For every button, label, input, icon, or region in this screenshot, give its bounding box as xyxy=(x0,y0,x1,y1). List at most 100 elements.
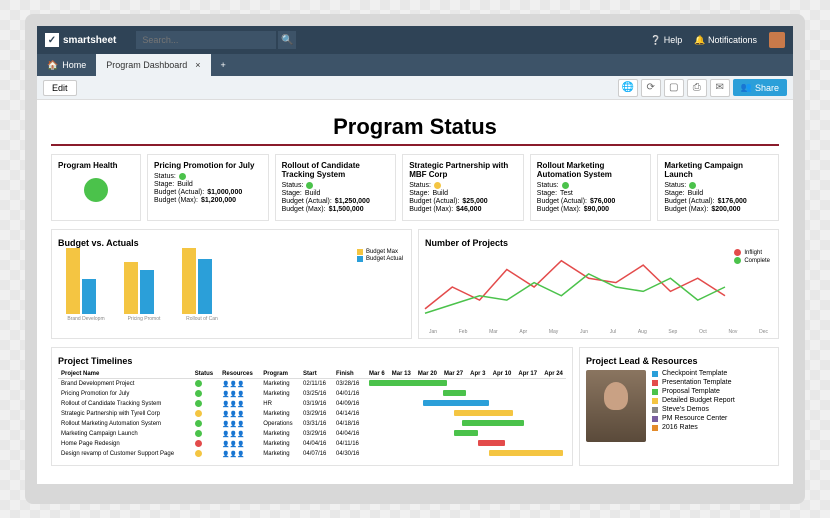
toolbar-right: 🌐 ⟳ ▢ ⎙ ✉ 👥Share xyxy=(618,79,787,97)
resource-swatch xyxy=(652,389,658,395)
search-input[interactable] xyxy=(136,31,276,49)
resource-swatch xyxy=(652,371,658,377)
brand-text: smartsheet xyxy=(63,35,116,46)
tab-home[interactable]: 🏠Home xyxy=(37,54,96,76)
gantt-bar xyxy=(454,410,512,416)
col-header: Project Name xyxy=(58,370,192,379)
status-dot xyxy=(689,182,696,189)
user-avatar[interactable] xyxy=(769,32,785,48)
resource-link[interactable]: Proposal Template xyxy=(652,388,772,395)
gantt-bar xyxy=(369,380,447,386)
projects-chart-title: Number of Projects xyxy=(425,238,772,248)
print-button[interactable]: ⎙ xyxy=(687,79,707,97)
project-card: Strategic Partnership with MBF Corp Stat… xyxy=(402,154,524,221)
table-row[interactable]: Brand Development Project 👤👤👤Marketing02… xyxy=(58,379,566,390)
title-rule xyxy=(51,144,779,146)
bar xyxy=(182,248,196,314)
status-dot xyxy=(195,420,202,427)
legend-swatch xyxy=(357,256,363,262)
present-button[interactable]: ▢ xyxy=(664,79,684,97)
project-card: Rollout Marketing Automation System Stat… xyxy=(530,154,652,221)
status-dot xyxy=(306,182,313,189)
line-chart-area xyxy=(425,252,772,322)
logo-mark-icon: ✓ xyxy=(45,33,59,47)
lead-resources-panel: Project Lead & Resources Checkpoint Temp… xyxy=(579,347,779,466)
globe-icon: 🌐 xyxy=(622,82,634,93)
card-title: Strategic Partnership with MBF Corp xyxy=(409,161,517,179)
status-dot xyxy=(195,400,202,407)
globe-button[interactable]: 🌐 xyxy=(618,79,638,97)
table-row[interactable]: Marketing Campaign Launch 👤👤👤Marketing03… xyxy=(58,429,566,439)
notifications-link[interactable]: 🔔 Notifications xyxy=(694,35,757,46)
table-row[interactable]: Rollout Marketing Automation System 👤👤👤O… xyxy=(58,419,566,429)
help-link[interactable]: ❔ Help xyxy=(650,35,682,46)
health-title: Program Health xyxy=(58,161,134,170)
gantt-bar xyxy=(423,400,489,406)
email-icon: ✉ xyxy=(716,82,724,93)
table-row[interactable]: Design revamp of Customer Support Page 👤… xyxy=(58,449,566,459)
gantt-bar xyxy=(478,440,505,446)
lead-photo xyxy=(586,370,646,442)
project-card: Pricing Promotion for July Status: Stage… xyxy=(147,154,269,221)
card-title: Marketing Campaign Launch xyxy=(664,161,772,179)
app-window: ✓ smartsheet 🔍 ❔ Help 🔔 Notifications 🏠H… xyxy=(25,14,805,504)
resource-link[interactable]: Detailed Budget Report xyxy=(652,397,772,404)
dashboard-content: Program Status Program Health Pricing Pr… xyxy=(37,100,793,484)
home-icon: 🏠 xyxy=(47,60,58,71)
page-title: Program Status xyxy=(51,114,779,140)
timelines-panel: Project Timelines Project NameStatusReso… xyxy=(51,347,573,466)
col-header: Resources xyxy=(219,370,260,379)
resource-link[interactable]: 2016 Rates xyxy=(652,424,772,431)
resource-swatch xyxy=(652,425,658,431)
status-dot xyxy=(195,390,202,397)
charts-row: Budget vs. Actuals Brand Developm Pricin… xyxy=(51,229,779,339)
health-card: Program Health xyxy=(51,154,141,221)
project-card: Rollout of Candidate Tracking System Sta… xyxy=(275,154,397,221)
brand-logo[interactable]: ✓ smartsheet xyxy=(45,33,116,47)
timelines-table: Project NameStatusResourcesProgramStartF… xyxy=(58,370,566,459)
share-button[interactable]: 👥Share xyxy=(733,79,787,96)
search-icon: 🔍 xyxy=(281,35,293,46)
gantt-bar xyxy=(454,430,477,436)
tab-add[interactable]: + xyxy=(211,54,233,76)
projects-legend: Inflight Complete xyxy=(734,248,770,265)
col-header: Finish xyxy=(333,370,366,379)
line-chart-xlabels: JanFebMarAprMayJunJulAugSepOctNovDec xyxy=(425,329,772,335)
bar-chart-area: Brand Developm Pricing Promot Rollout of… xyxy=(58,252,405,322)
search-button[interactable]: 🔍 xyxy=(278,31,296,49)
resource-link[interactable]: Checkpoint Template xyxy=(652,370,772,377)
resource-link[interactable]: Steve's Demos xyxy=(652,406,772,413)
status-row: Program Health Pricing Promotion for Jul… xyxy=(51,154,779,221)
resource-link[interactable]: Presentation Template xyxy=(652,379,772,386)
col-header: Program xyxy=(260,370,300,379)
tab-dashboard[interactable]: Program Dashboard × xyxy=(96,54,210,76)
table-row[interactable]: Rollout of Candidate Tracking System 👤👤👤… xyxy=(58,399,566,409)
resource-swatch xyxy=(652,416,658,422)
toolbar: Edit 🌐 ⟳ ▢ ⎙ ✉ 👥Share xyxy=(37,76,793,100)
table-row[interactable]: Home Page Redesign 👤👤👤Marketing04/04/160… xyxy=(58,439,566,449)
email-button[interactable]: ✉ xyxy=(710,79,730,97)
tabbar: 🏠Home Program Dashboard × + xyxy=(37,54,793,76)
budget-chart-title: Budget vs. Actuals xyxy=(58,238,405,248)
close-icon[interactable]: × xyxy=(195,60,200,70)
bottom-row: Project Timelines Project NameStatusReso… xyxy=(51,347,779,466)
col-header: Status xyxy=(192,370,219,379)
status-dot xyxy=(195,380,202,387)
card-title: Rollout Marketing Automation System xyxy=(537,161,645,179)
bar xyxy=(198,259,212,314)
resource-link[interactable]: PM Resource Center xyxy=(652,415,772,422)
projects-chart: Number of Projects JanFebMarAprMayJunJul… xyxy=(418,229,779,339)
budget-legend: Budget Max Budget Actual xyxy=(357,248,403,263)
table-row[interactable]: Strategic Partnership with Tyrell Corp 👤… xyxy=(58,409,566,419)
people-icon: 👥 xyxy=(741,82,752,93)
card-title: Rollout of Candidate Tracking System xyxy=(282,161,390,179)
refresh-icon: ⟳ xyxy=(647,82,655,93)
table-row[interactable]: Pricing Promotion for July 👤👤👤Marketing0… xyxy=(58,389,566,399)
bar xyxy=(82,279,96,314)
edit-button[interactable]: Edit xyxy=(43,80,77,96)
refresh-button[interactable]: ⟳ xyxy=(641,79,661,97)
legend-swatch xyxy=(357,249,363,255)
status-dot xyxy=(195,430,202,437)
monitor-icon: ▢ xyxy=(669,82,678,93)
status-dot xyxy=(562,182,569,189)
